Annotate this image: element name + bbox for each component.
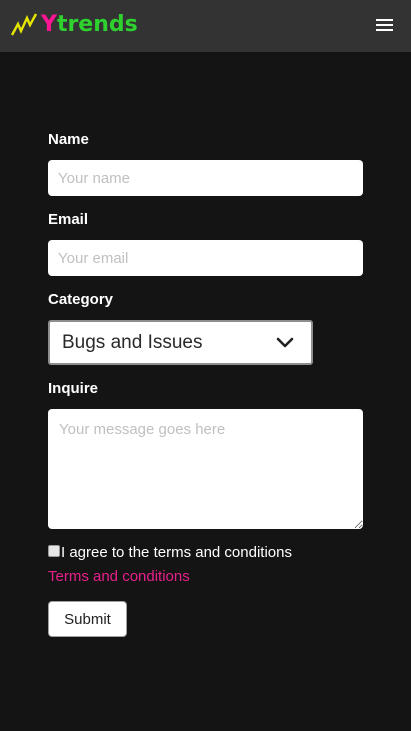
terms-and-conditions-link[interactable]: Terms and conditions: [48, 568, 190, 586]
inquire-label: Inquire: [48, 380, 99, 397]
trend-zigzag-icon: [10, 13, 38, 36]
category-select[interactable]: Bugs and Issues: [48, 320, 313, 365]
category-selected-value: Bugs and Issues: [62, 332, 203, 353]
brand-logo[interactable]: Y trends: [10, 10, 138, 40]
hamburger-line: [376, 29, 393, 31]
agree-terms-text: I agree to the terms and conditions: [61, 544, 292, 561]
chevron-down-icon: [276, 337, 294, 348]
email-input[interactable]: [48, 240, 363, 276]
logo-text-y: Y: [41, 12, 57, 37]
agree-checkbox[interactable]: [48, 545, 60, 557]
inquire-textarea[interactable]: [48, 409, 363, 529]
email-label: Email: [48, 211, 89, 228]
name-input[interactable]: [48, 160, 363, 196]
hamburger-line: [376, 24, 393, 26]
name-label: Name: [48, 131, 89, 148]
category-label: Category: [48, 291, 114, 308]
logo-text-trends: trends: [56, 12, 138, 37]
submit-button[interactable]: Submit: [48, 601, 127, 637]
hamburger-menu-icon[interactable]: [376, 18, 394, 32]
hamburger-line: [376, 19, 393, 21]
top-navbar: Y trends: [0, 0, 411, 52]
